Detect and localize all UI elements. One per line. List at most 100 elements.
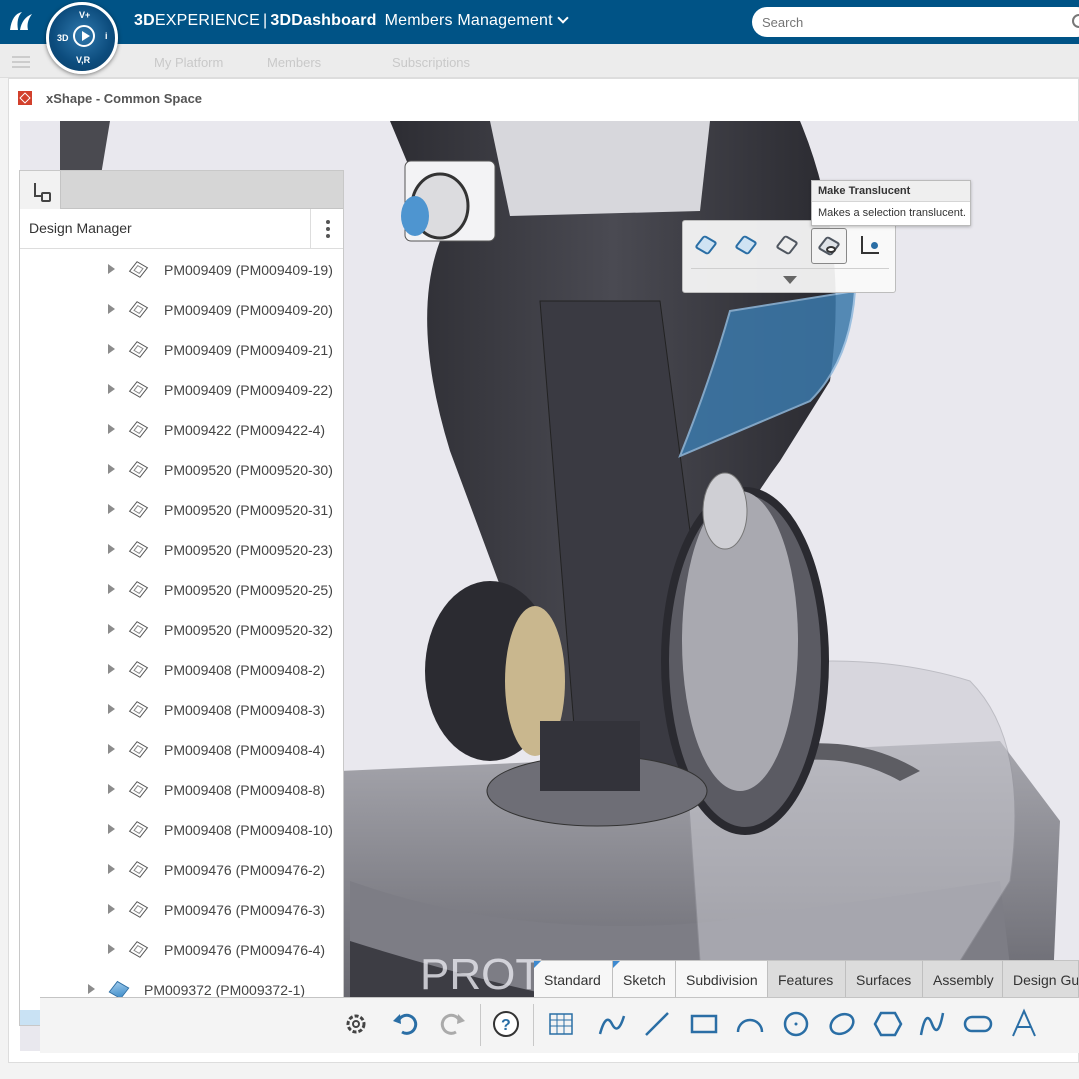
- tree-row[interactable]: PM009408 (PM009408-2): [20, 650, 343, 690]
- app-name[interactable]: Members Management: [385, 12, 553, 29]
- tree-row[interactable]: PM009520 (PM009520-25): [20, 570, 343, 610]
- tree-row[interactable]: PM009520 (PM009520-23): [20, 530, 343, 570]
- redo-button[interactable]: [436, 1008, 468, 1040]
- slot-button[interactable]: [962, 1008, 994, 1040]
- hide-show-button[interactable]: [689, 228, 725, 264]
- tab-standard[interactable]: Standard: [534, 960, 613, 997]
- spline-freehand-button[interactable]: [596, 1008, 628, 1040]
- expand-arrow-icon[interactable]: [108, 464, 115, 474]
- tree-row[interactable]: PM009520 (PM009520-31): [20, 490, 343, 530]
- tab-members[interactable]: Members: [267, 55, 321, 70]
- expand-arrow-icon[interactable]: [88, 984, 95, 994]
- settings-button[interactable]: [340, 1008, 372, 1040]
- tree-row[interactable]: PM009408 (PM009408-8): [20, 770, 343, 810]
- expand-arrow-icon[interactable]: [108, 584, 115, 594]
- tree-row[interactable]: PM009520 (PM009520-30): [20, 450, 343, 490]
- undo-icon: [393, 1013, 418, 1035]
- part-icon: [128, 341, 149, 359]
- search-box[interactable]: [752, 7, 1079, 37]
- tree-row-label: PM009520 (PM009520-23): [164, 542, 333, 558]
- sketch-grid-button[interactable]: [545, 1008, 577, 1040]
- tree-row[interactable]: PM009409 (PM009409-22): [20, 370, 343, 410]
- tree-row-label: PM009409 (PM009409-19): [164, 262, 333, 278]
- expand-arrow-icon[interactable]: [108, 544, 115, 554]
- play-icon: [73, 25, 95, 47]
- expand-arrow-icon[interactable]: [108, 264, 115, 274]
- tree-row[interactable]: PM009409 (PM009409-19): [20, 250, 343, 290]
- expand-arrow-icon[interactable]: [108, 424, 115, 434]
- toolbar-separator: [480, 1004, 481, 1046]
- toolbar-divider: [691, 268, 889, 269]
- rectangle-button[interactable]: [688, 1008, 720, 1040]
- tree-row[interactable]: PM009408 (PM009408-10): [20, 810, 343, 850]
- tab-subdivision-label: Subdivision: [686, 972, 758, 988]
- color-button[interactable]: [729, 228, 765, 264]
- ellipse-button[interactable]: [826, 1008, 858, 1040]
- tab-design-guidance[interactable]: Design Gu: [1003, 960, 1079, 997]
- expand-arrow-icon[interactable]: [108, 744, 115, 754]
- make-translucent-button[interactable]: [811, 228, 847, 264]
- expand-arrow-icon[interactable]: [108, 304, 115, 314]
- tab-assembly[interactable]: Assembly: [923, 960, 1003, 997]
- expand-arrow-icon[interactable]: [108, 384, 115, 394]
- slot-icon: [963, 1015, 993, 1033]
- curve-button[interactable]: [916, 1008, 948, 1040]
- help-button[interactable]: ?: [490, 1008, 522, 1040]
- more-options-icon[interactable]: [310, 209, 343, 249]
- expand-arrow-icon[interactable]: [108, 344, 115, 354]
- circle-button[interactable]: [780, 1008, 812, 1040]
- compass-icon[interactable]: V+ 3D i V,R: [46, 2, 118, 74]
- expand-arrow-icon[interactable]: [108, 664, 115, 674]
- expand-arrow-icon[interactable]: [108, 504, 115, 514]
- tree-row[interactable]: PM009476 (PM009476-2): [20, 850, 343, 890]
- chevron-down-icon[interactable]: [557, 12, 569, 24]
- expand-arrow-icon[interactable]: [108, 704, 115, 714]
- robot-axis-button[interactable]: [853, 228, 889, 264]
- tree-row-label: PM009408 (PM009408-8): [164, 782, 326, 798]
- tree-row[interactable]: PM009408 (PM009408-4): [20, 730, 343, 770]
- expand-toolbar-icon[interactable]: [783, 276, 797, 284]
- undo-button[interactable]: [390, 1008, 422, 1040]
- search-icon[interactable]: [1072, 14, 1079, 28]
- polygon-button[interactable]: [872, 1008, 904, 1040]
- tab-features[interactable]: Features: [768, 960, 846, 997]
- search-input[interactable]: [752, 7, 1052, 37]
- rectangle-icon: [690, 1014, 718, 1034]
- compass-right-label: i: [105, 31, 108, 41]
- panel-tabs: [20, 171, 343, 209]
- tree-row[interactable]: PM009409 (PM009409-21): [20, 330, 343, 370]
- tree-row[interactable]: PM009408 (PM009408-3): [20, 690, 343, 730]
- brand-bold: 3D: [134, 12, 155, 29]
- part-icon: [128, 581, 149, 599]
- text-button[interactable]: [1008, 1008, 1040, 1040]
- expand-arrow-icon[interactable]: [108, 784, 115, 794]
- expand-arrow-icon[interactable]: [108, 904, 115, 914]
- ellipse-icon: [829, 1012, 855, 1036]
- model-watermark-text: PROT: [420, 950, 542, 999]
- tree-row-label: PM009520 (PM009520-25): [164, 582, 333, 598]
- expand-arrow-icon[interactable]: [108, 944, 115, 954]
- menu-icon[interactable]: [12, 56, 30, 68]
- tree-row[interactable]: PM009409 (PM009409-20): [20, 290, 343, 330]
- tree-row[interactable]: PM009422 (PM009422-4): [20, 410, 343, 450]
- tree-row[interactable]: PM009476 (PM009476-4): [20, 930, 343, 970]
- tree-row[interactable]: PM009476 (PM009476-3): [20, 890, 343, 930]
- line-button[interactable]: [641, 1008, 673, 1040]
- tab-tree[interactable]: [20, 171, 61, 209]
- tree-row[interactable]: PM009520 (PM009520-32): [20, 610, 343, 650]
- expand-arrow-icon[interactable]: [108, 624, 115, 634]
- tab-surfaces[interactable]: Surfaces: [846, 960, 923, 997]
- hide-button[interactable]: [770, 228, 806, 264]
- dassault-logo-icon[interactable]: [6, 8, 38, 36]
- dashboard-label: Dashboard: [291, 12, 377, 29]
- axis-icon: [861, 236, 879, 254]
- gear-icon: [346, 1014, 366, 1034]
- tab-subscriptions[interactable]: Subscriptions: [392, 55, 470, 70]
- design-manager-panel: Design Manager PM009409 (PM009409-19) PM0…: [19, 170, 344, 1026]
- tab-subdivision[interactable]: Subdivision: [676, 960, 768, 997]
- expand-arrow-icon[interactable]: [108, 824, 115, 834]
- expand-arrow-icon[interactable]: [108, 864, 115, 874]
- arc-button[interactable]: [734, 1008, 766, 1040]
- tab-sketch[interactable]: Sketch: [613, 960, 676, 997]
- tab-my-platform[interactable]: My Platform: [154, 55, 223, 70]
